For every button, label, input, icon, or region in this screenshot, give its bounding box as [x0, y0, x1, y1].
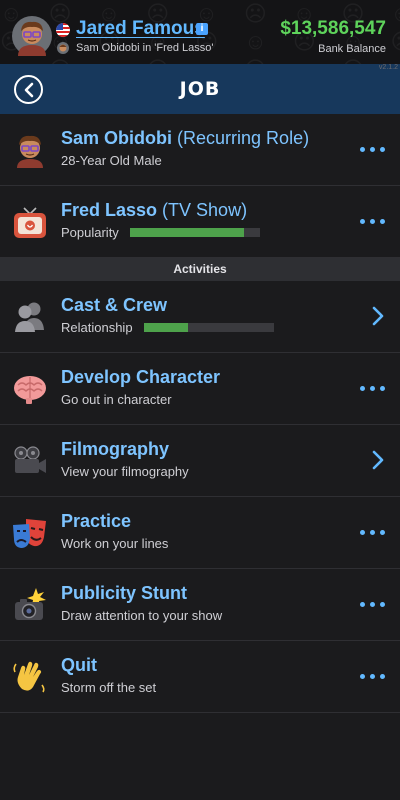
chevron-right-icon[interactable]: [372, 450, 384, 470]
movie-camera-icon: [14, 446, 46, 473]
section-header-activities: Activities: [0, 258, 400, 281]
activity-filmography[interactable]: Filmography View your filmography: [0, 425, 400, 497]
show-name: Fred Lasso: [61, 200, 158, 220]
role-title: Sam Obidobi (Recurring Role): [61, 128, 309, 149]
avatar-icon[interactable]: [12, 16, 52, 56]
popularity-bar: [130, 228, 260, 237]
activity-subtitle: Relationship: [61, 320, 133, 335]
relationship-bar: [144, 323, 274, 332]
us-flag-icon: [56, 23, 70, 37]
tv-icon: [14, 207, 46, 238]
activity-subtitle: Work on your lines: [61, 536, 169, 551]
popularity-bar-fill: [130, 228, 245, 237]
role-name: Sam Obidobi: [61, 128, 173, 148]
version-label: v2.1.2: [378, 64, 398, 71]
page-title: JOB: [179, 78, 221, 100]
more-options-icon[interactable]: [360, 602, 386, 608]
status-header: ☺ ☹ ☺ ☹ ☺ ☹ ☺ ☹ ☺ ☹ ☺ ☹ ☹ ☺ ☹ ☺ ☹ ☺ ☹ ☺ …: [0, 0, 400, 64]
role-row[interactable]: Sam Obidobi (Recurring Role) 28-Year Old…: [0, 114, 400, 186]
activity-develop-character[interactable]: Develop Character Go out in character: [0, 353, 400, 425]
bank-balance-label: Bank Balance: [318, 43, 386, 55]
brain-icon: [14, 376, 46, 404]
show-title: Fred Lasso (TV Show): [61, 200, 247, 221]
activity-subtitle: View your filmography: [61, 464, 189, 479]
more-options-icon[interactable]: [360, 219, 386, 225]
activity-title: Cast & Crew: [61, 295, 168, 315]
more-options-icon[interactable]: [360, 674, 386, 680]
role-type: (Recurring Role): [177, 128, 310, 148]
nav-bar: JOB: [0, 64, 400, 114]
activity-cast-crew[interactable]: Cast & Crew Relationship: [0, 281, 400, 353]
more-options-icon[interactable]: [360, 147, 386, 153]
activity-subtitle: Storm off the set: [61, 680, 157, 695]
activity-title: Practice: [61, 511, 132, 531]
activity-title: Develop Character: [61, 367, 221, 387]
player-name-link[interactable]: Jared Famous: [76, 18, 205, 40]
waving-hand-icon: [13, 661, 45, 693]
relationship-bar-fill: [144, 323, 189, 332]
show-row[interactable]: Fred Lasso (TV Show) Popularity: [0, 186, 400, 258]
avatar-icon: [17, 135, 43, 168]
show-type: (TV Show): [162, 200, 248, 220]
activity-title: Filmography: [61, 439, 170, 459]
bank-balance: $13,586,547: [280, 18, 386, 39]
people-icon: [15, 302, 44, 332]
activity-subtitle: Go out in character: [61, 392, 172, 407]
activity-title: Quit: [61, 655, 97, 675]
activity-practice[interactable]: Practice Work on your lines: [0, 497, 400, 569]
more-options-icon[interactable]: [360, 386, 386, 392]
info-icon[interactable]: i: [196, 23, 208, 35]
chevron-right-icon[interactable]: [372, 306, 384, 326]
flash-camera-icon: [15, 588, 46, 620]
role-avatar-icon: [57, 42, 69, 54]
activity-publicity-stunt[interactable]: Publicity Stunt Draw attention to your s…: [0, 569, 400, 641]
activity-subtitle: Draw attention to your show: [61, 608, 223, 623]
role-subtitle: 28-Year Old Male: [61, 153, 162, 168]
player-subtitle: Sam Obidobi in 'Fred Lasso': [76, 42, 214, 54]
theater-masks-icon: [13, 519, 46, 548]
more-options-icon[interactable]: [360, 530, 386, 536]
activity-quit[interactable]: Quit Storm off the set: [0, 641, 400, 713]
popularity-label: Popularity: [61, 225, 119, 240]
activity-title: Publicity Stunt: [61, 583, 187, 603]
